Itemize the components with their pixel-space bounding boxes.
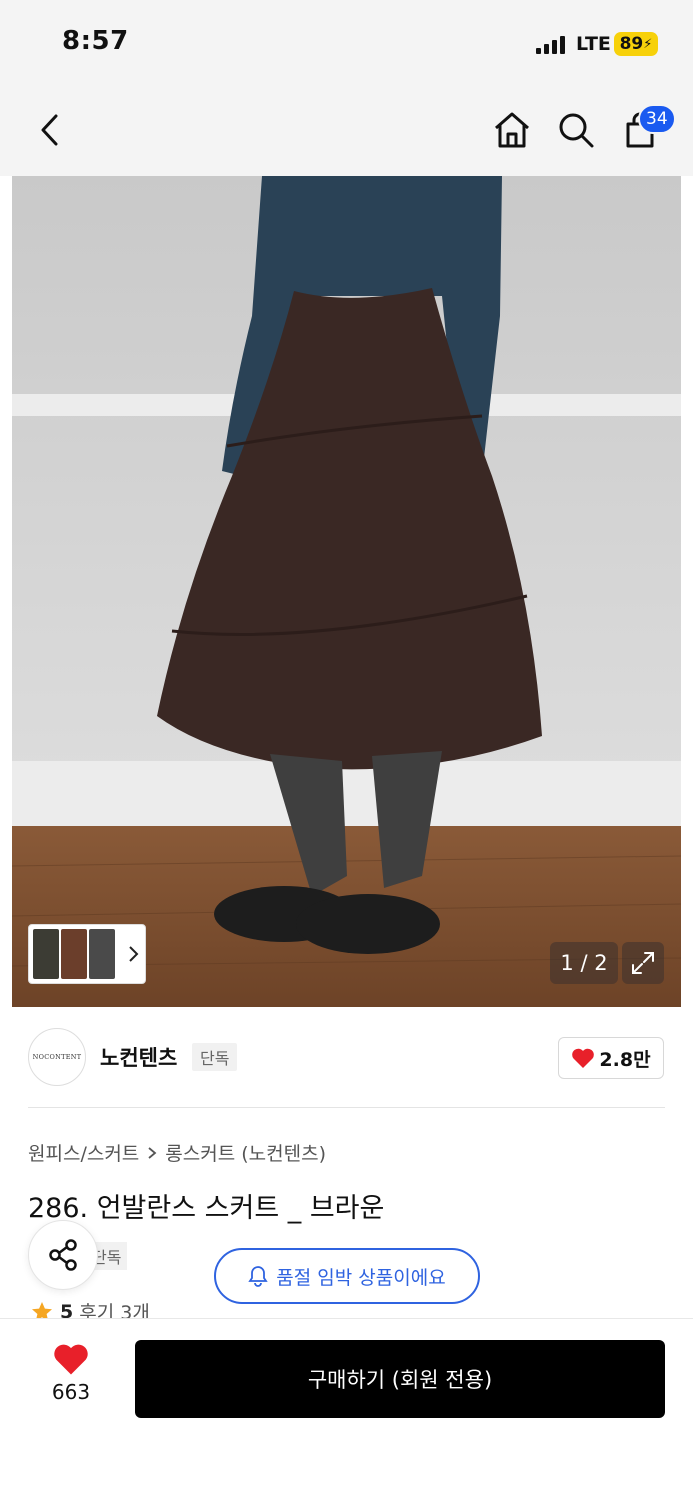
heart-icon: [54, 1344, 88, 1375]
product-title: 286. 언발란스 스커트 _ 브라운: [28, 1193, 385, 1224]
breadcrumb-category[interactable]: 원피스/스커트: [28, 1139, 139, 1166]
brand-name[interactable]: 노컨텐츠: [100, 1042, 177, 1072]
thumbnail-strip[interactable]: [28, 924, 146, 984]
thumbnail-1[interactable]: [33, 929, 59, 979]
status-bar: 8:57 LTE 89 ⚡: [0, 0, 693, 88]
breadcrumb-subcategory[interactable]: 롱스커트 (노컨텐츠): [165, 1139, 326, 1166]
thumbnail-2[interactable]: [61, 929, 87, 979]
heart-icon: [572, 1048, 595, 1068]
expand-icon[interactable]: [622, 942, 664, 984]
thumbnail-3[interactable]: [89, 929, 115, 979]
top-nav: [0, 88, 693, 176]
battery-level: 89: [619, 34, 644, 54]
product-image[interactable]: [12, 176, 681, 1007]
brand-like-count: 2.8만: [599, 1048, 651, 1071]
sold-out-soon-label: 품절 임박 상품이에요: [276, 1266, 446, 1289]
battery-icon: 89 ⚡: [614, 32, 658, 56]
divider: [28, 1107, 665, 1108]
brand-logo[interactable]: NOCONTENT: [28, 1028, 86, 1086]
signal-icon: [536, 36, 568, 54]
chevron-right-icon: [148, 1146, 157, 1159]
wishlist-count: 663: [51, 1380, 91, 1404]
image-page-counter: 1 / 2: [550, 942, 618, 984]
network-label: LTE: [576, 33, 611, 55]
cart-count-badge: 34: [638, 104, 676, 134]
share-button[interactable]: [28, 1220, 98, 1290]
brand-exclusive-tag: 단독: [192, 1043, 238, 1071]
status-time: 8:57: [62, 26, 129, 56]
breadcrumb: 원피스/스커트 롱스커트 (노컨텐츠): [28, 1139, 326, 1166]
home-icon[interactable]: [488, 106, 536, 154]
chevron-right-icon[interactable]: [127, 945, 139, 963]
back-icon[interactable]: [26, 106, 74, 154]
sold-out-soon-notice[interactable]: 품절 임박 상품이에요: [214, 1248, 480, 1304]
share-icon: [49, 1239, 77, 1271]
brand-like-button[interactable]: 2.8만: [558, 1037, 664, 1079]
search-icon[interactable]: [552, 106, 600, 154]
buy-button[interactable]: 구매하기 (회원 전용): [135, 1340, 665, 1418]
bell-icon: [248, 1266, 268, 1287]
brand-logo-text: NOCONTENT: [32, 1053, 82, 1061]
wishlist-button[interactable]: 663: [30, 1342, 112, 1412]
